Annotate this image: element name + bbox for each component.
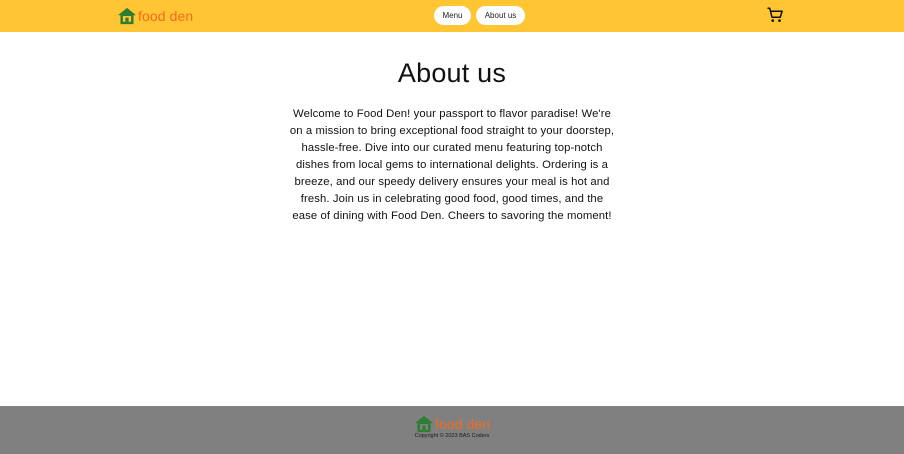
brand-logo-link[interactable]: food den bbox=[117, 6, 193, 26]
home-icon bbox=[414, 415, 434, 433]
home-icon bbox=[117, 7, 137, 25]
footer: food den Copyright © 2023 BAS Coders bbox=[0, 406, 904, 454]
about-section: About us Welcome to Food Den! your passp… bbox=[0, 32, 904, 406]
navbar: food den Menu About us bbox=[0, 0, 904, 32]
shopping-cart-icon[interactable] bbox=[766, 6, 784, 24]
copyright-text: Copyright © 2023 BAS Coders bbox=[414, 433, 490, 439]
footer-brand-name: food den bbox=[434, 416, 491, 432]
page-title: About us bbox=[397, 58, 507, 88]
footer-brand: food den bbox=[0, 414, 904, 434]
brand-name: food den bbox=[138, 8, 194, 24]
nav-menu-button[interactable]: Menu bbox=[434, 6, 471, 25]
about-description: Welcome to Food Den! your passport to fl… bbox=[289, 108, 615, 222]
nav-about-button[interactable]: About us bbox=[476, 6, 525, 25]
